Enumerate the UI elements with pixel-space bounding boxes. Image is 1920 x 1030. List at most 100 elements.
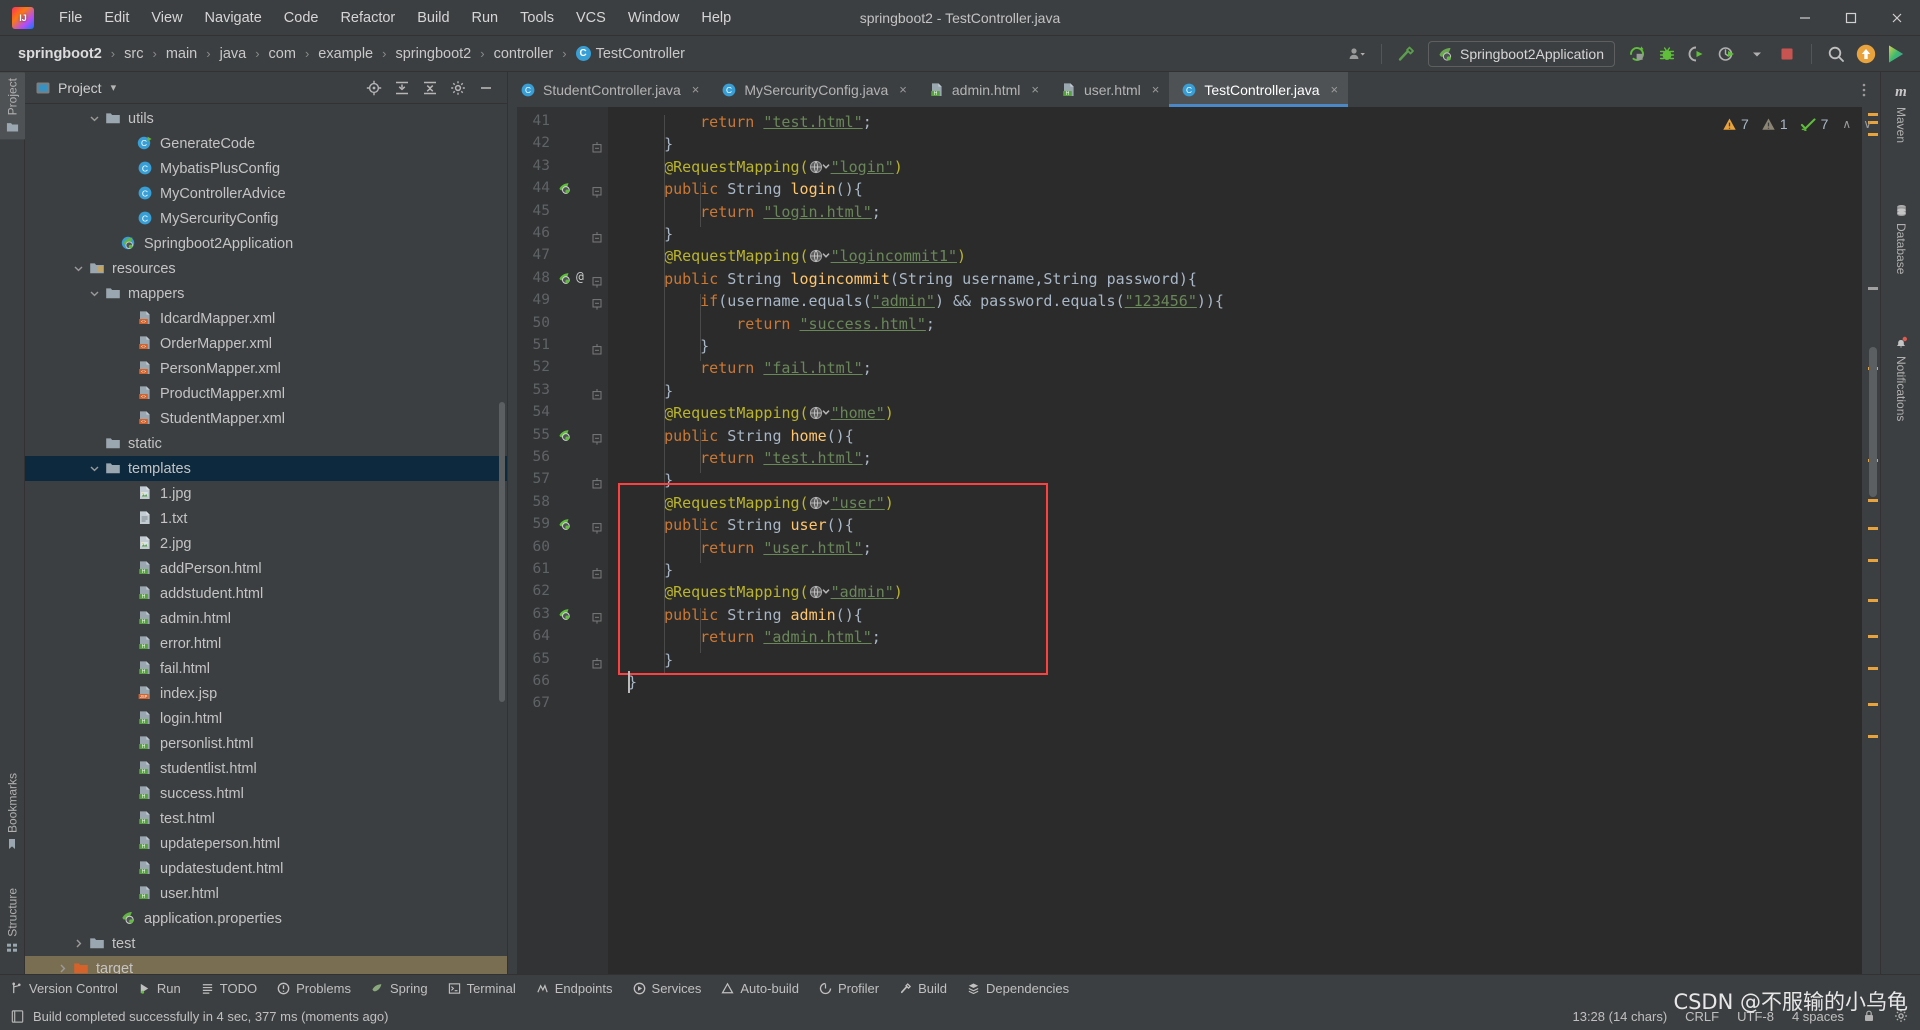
tree-node-success-html[interactable]: Hsuccess.html bbox=[25, 781, 507, 806]
menu-item-view[interactable]: View bbox=[140, 7, 193, 29]
error-stripe-marker[interactable] bbox=[1868, 735, 1878, 738]
fold-end-icon[interactable] bbox=[592, 474, 603, 489]
code-line[interactable]: public String logincommit(String usernam… bbox=[664, 268, 1197, 290]
search-everywhere-icon[interactable] bbox=[1822, 41, 1850, 67]
read-only-lock-icon[interactable] bbox=[1862, 1009, 1876, 1023]
code-line[interactable]: @RequestMapping("login") bbox=[664, 156, 903, 178]
file-encoding[interactable]: UTF-8 bbox=[1737, 1009, 1774, 1024]
fold-end-icon[interactable] bbox=[592, 385, 603, 400]
tree-node-templates[interactable]: templates bbox=[25, 456, 507, 481]
editor-tab-testcontroller-java[interactable]: C TestController.java × bbox=[1169, 72, 1349, 107]
fold-end-icon[interactable] bbox=[592, 654, 603, 669]
code-line[interactable]: public String home(){ bbox=[664, 425, 854, 447]
code-line[interactable]: } bbox=[664, 133, 673, 155]
tree-node-addperson-html[interactable]: HaddPerson.html bbox=[25, 556, 507, 581]
tree-node-updateperson-html[interactable]: Hupdateperson.html bbox=[25, 831, 507, 856]
menu-item-navigate[interactable]: Navigate bbox=[194, 7, 273, 29]
code-line[interactable]: public String login(){ bbox=[664, 178, 863, 200]
sidebar-item-database[interactable]: Database bbox=[1886, 198, 1916, 280]
tool-window-endpoints[interactable]: Endpoints bbox=[526, 977, 623, 1001]
error-stripe-marker[interactable] bbox=[1868, 599, 1878, 602]
tree-node-idcardmapper-xml[interactable]: <> IdcardMapper.xml bbox=[25, 306, 507, 331]
spring-mapping-gutter-icon[interactable] bbox=[558, 607, 574, 623]
minimize-button[interactable] bbox=[1782, 1, 1828, 35]
close-tab-icon[interactable]: × bbox=[692, 82, 700, 97]
indent-setting[interactable]: 4 spaces bbox=[1792, 1009, 1844, 1024]
menu-item-edit[interactable]: Edit bbox=[93, 7, 140, 29]
hide-icon[interactable] bbox=[473, 76, 499, 100]
code-line[interactable]: } bbox=[664, 223, 673, 245]
tree-node-generatecode[interactable]: C GenerateCode bbox=[25, 131, 507, 156]
inspection-widget[interactable]: 7 1 7 ∧ ∨ bbox=[1722, 107, 1880, 141]
code-line[interactable]: @RequestMapping("admin") bbox=[664, 581, 903, 603]
breadcrumb-item-testcontroller[interactable]: C TestController bbox=[572, 44, 689, 64]
code-line[interactable]: public String user(){ bbox=[664, 514, 854, 536]
close-tab-icon[interactable]: × bbox=[1331, 82, 1339, 97]
error-stripe-marker[interactable] bbox=[1868, 527, 1878, 530]
fold-start-icon[interactable] bbox=[592, 430, 603, 445]
code-editor[interactable]: 7 1 7 ∧ ∨ 41 42 43 44 45 46 47 48 @49 50 51 52 53 54 5… bbox=[508, 107, 1880, 974]
menu-item-vcs[interactable]: VCS bbox=[565, 7, 617, 29]
tree-node-ordermapper-xml[interactable]: <> OrderMapper.xml bbox=[25, 331, 507, 356]
code-line[interactable]: @RequestMapping("logincommit1") bbox=[664, 245, 966, 267]
tool-window-run[interactable]: Run bbox=[128, 977, 191, 1001]
tree-node-studentlist-html[interactable]: Hstudentlist.html bbox=[25, 756, 507, 781]
url-mapping-gutter-icon[interactable] bbox=[809, 247, 831, 269]
chevron-down-icon[interactable] bbox=[1743, 41, 1771, 67]
fold-end-icon[interactable] bbox=[592, 138, 603, 153]
tree-node-test[interactable]: test bbox=[25, 931, 507, 956]
chevron-down-icon[interactable] bbox=[89, 287, 102, 300]
project-tree[interactable]: utils C GenerateCode C MybatisPlusConfig C MyC… bbox=[25, 104, 507, 974]
spring-mapping-gutter-icon[interactable] bbox=[558, 428, 574, 444]
hammer-build-icon[interactable] bbox=[1392, 41, 1420, 67]
tree-node-personlist-html[interactable]: Hpersonlist.html bbox=[25, 731, 507, 756]
tree-node-static[interactable]: static bbox=[25, 431, 507, 456]
tree-node-index-jsp[interactable]: JSP index.jsp bbox=[25, 681, 507, 706]
tool-window-auto-build[interactable]: Auto-build bbox=[711, 977, 809, 1001]
error-stripe-marker[interactable] bbox=[1868, 499, 1878, 502]
stop-icon[interactable] bbox=[1773, 41, 1801, 67]
code-line[interactable]: return "admin.html"; bbox=[700, 626, 881, 648]
fold-end-icon[interactable] bbox=[592, 340, 603, 355]
code-line[interactable]: return "success.html"; bbox=[736, 313, 935, 335]
chevron-down-icon[interactable] bbox=[89, 112, 102, 125]
fold-start-icon[interactable] bbox=[592, 273, 603, 288]
tree-node-admin-html[interactable]: Hadmin.html bbox=[25, 606, 507, 631]
code-line[interactable]: @RequestMapping("home") bbox=[664, 402, 894, 424]
maximize-button[interactable] bbox=[1828, 1, 1874, 35]
editor-scrollbar[interactable] bbox=[1869, 347, 1877, 497]
close-tab-icon[interactable]: × bbox=[899, 82, 907, 97]
tool-window-build[interactable]: Build bbox=[889, 977, 957, 1001]
code-line[interactable]: } bbox=[664, 469, 673, 491]
breadcrumb-item-main[interactable]: main bbox=[162, 44, 201, 64]
rerun-icon[interactable] bbox=[1623, 41, 1651, 67]
tree-node-2-jpg[interactable]: 2.jpg bbox=[25, 531, 507, 556]
settings-gear-icon[interactable] bbox=[445, 76, 471, 100]
error-stripe-markers[interactable] bbox=[1862, 107, 1880, 974]
breadcrumb-item-src[interactable]: src bbox=[120, 44, 147, 64]
tree-node-updatestudent-html[interactable]: Hupdatestudent.html bbox=[25, 856, 507, 881]
settings-gear-icon[interactable] bbox=[1894, 1009, 1908, 1023]
update-project-icon[interactable] bbox=[1852, 41, 1880, 67]
error-stripe-marker[interactable] bbox=[1868, 287, 1878, 290]
spring-mapping-gutter-icon[interactable] bbox=[558, 271, 574, 287]
code-line[interactable]: return "test.html"; bbox=[700, 111, 872, 133]
tree-node-mybatisplusconfig[interactable]: C MybatisPlusConfig bbox=[25, 156, 507, 181]
fold-start-icon[interactable] bbox=[592, 183, 603, 198]
menu-item-help[interactable]: Help bbox=[690, 7, 742, 29]
code-line[interactable]: } bbox=[664, 559, 673, 581]
tool-window-version-control[interactable]: Version Control bbox=[0, 977, 128, 1001]
error-stripe-marker[interactable] bbox=[1868, 703, 1878, 706]
sidebar-item-bookmarks[interactable]: Bookmarks bbox=[0, 767, 25, 856]
tree-node-fail-html[interactable]: Hfail.html bbox=[25, 656, 507, 681]
run-with-coverage-icon[interactable] bbox=[1683, 41, 1711, 67]
code-line[interactable]: @RequestMapping("user") bbox=[664, 492, 894, 514]
fold-end-icon[interactable] bbox=[592, 228, 603, 243]
collapse-all-icon[interactable] bbox=[417, 76, 443, 100]
breadcrumb-item-controller[interactable]: controller bbox=[490, 44, 558, 64]
tree-node-mycontrolleradvice[interactable]: C MyControllerAdvice bbox=[25, 181, 507, 206]
menu-item-run[interactable]: Run bbox=[461, 7, 510, 29]
breadcrumb-item-example[interactable]: example bbox=[314, 44, 377, 64]
run-configuration-selector[interactable]: Springboot2Application bbox=[1428, 40, 1615, 67]
fold-end-icon[interactable] bbox=[592, 564, 603, 579]
